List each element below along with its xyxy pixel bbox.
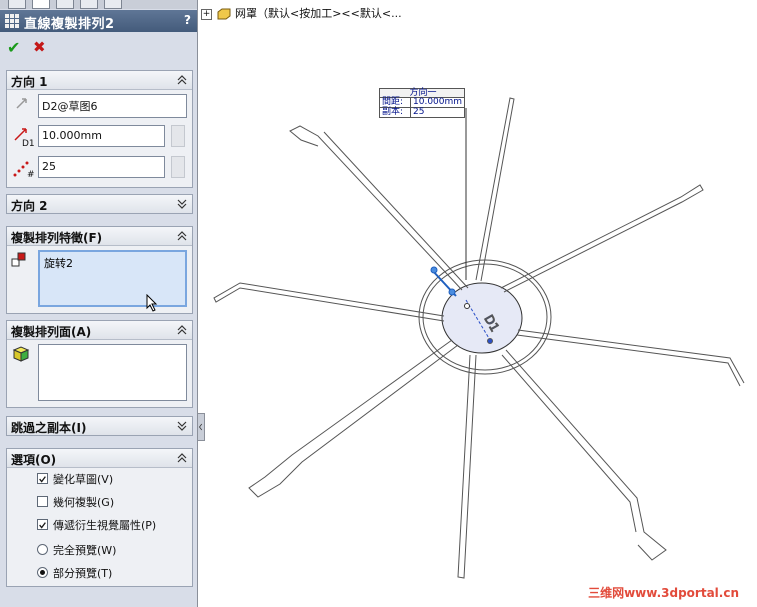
spoke-s xyxy=(457,354,477,579)
pm-title-bar: 直線複製排列2 ? xyxy=(0,10,197,32)
spacing-field[interactable]: 10.000mm xyxy=(38,125,165,147)
collapse-up-icon[interactable] xyxy=(177,324,187,336)
manager-tab-strip xyxy=(0,0,197,9)
feature-select-icon xyxy=(11,252,26,267)
graphics-viewport[interactable]: D1 xyxy=(205,0,757,607)
propagate-visual-checkbox[interactable] xyxy=(37,519,48,530)
callout-spacing-value[interactable]: 10.000mm xyxy=(410,98,463,107)
faces-header[interactable]: 複製排列面(A) xyxy=(7,321,192,340)
callout-spacing-label: 間距: xyxy=(382,97,404,107)
partial-preview-radio[interactable] xyxy=(37,567,48,578)
property-manager: 直線複製排列2 ? ✔ ✖ 方向 1 D2@草图6 D1 10.000mm # … xyxy=(0,0,198,607)
pm-title: 直線複製排列2 xyxy=(24,17,115,32)
collapse-left-icon xyxy=(199,423,203,431)
geometry-pattern-label: 幾何複製(G) xyxy=(53,496,115,509)
partial-preview-label: 部分預覽(T) xyxy=(53,567,113,580)
spacing-spinner[interactable] xyxy=(171,125,185,147)
linear-pattern-icon xyxy=(5,14,19,28)
options-header[interactable]: 選項(O) xyxy=(7,449,192,468)
display-tab[interactable] xyxy=(104,0,122,9)
ok-button[interactable]: ✔ xyxy=(7,38,20,57)
direction2-header[interactable]: 方向 2 xyxy=(7,195,192,213)
watermark: 三维网www.3dportal.cn xyxy=(588,586,739,600)
features-list-item[interactable]: 旋转2 xyxy=(44,255,73,271)
instances-field[interactable]: 25 xyxy=(38,156,165,178)
spoke-sw xyxy=(248,339,459,498)
dimxpert-tab[interactable] xyxy=(80,0,98,9)
features-list[interactable]: 旋转2 xyxy=(38,250,187,312)
skip-title: 跳過之副本(I) xyxy=(11,421,87,435)
direction1-title: 方向 1 xyxy=(11,75,48,89)
spoke-e xyxy=(516,329,745,387)
vary-sketch-label: 變化草圖(V) xyxy=(53,473,114,486)
spacing-icon: D1 xyxy=(14,128,35,148)
face-select-icon xyxy=(12,346,30,362)
direction1-header[interactable]: 方向 1 xyxy=(7,71,192,90)
options-title: 選項(O) xyxy=(11,453,57,467)
instances-spinner[interactable] xyxy=(171,156,185,178)
propagate-visual-label: 傳遞衍生視覺屬性(P) xyxy=(53,519,157,532)
feature-tree-tab[interactable] xyxy=(8,0,26,9)
faces-title: 複製排列面(A) xyxy=(11,325,92,339)
full-preview-radio[interactable] xyxy=(37,544,48,555)
instances-to-skip-section: 跳過之副本(I) xyxy=(6,416,193,436)
instances-count-icon: # xyxy=(13,161,35,179)
direction1-section: 方向 1 D2@草图6 D1 10.000mm # 25 xyxy=(6,70,193,188)
spoke-n xyxy=(475,97,515,282)
svg-text:#: # xyxy=(27,170,35,179)
vary-sketch-checkbox[interactable] xyxy=(37,473,48,484)
pattern-callout[interactable]: 方向一 間距: 10.000mm 副本: 25 xyxy=(379,88,465,118)
spoke-w xyxy=(213,282,445,322)
spoke-se xyxy=(501,349,667,561)
faces-list[interactable] xyxy=(38,344,187,401)
configuration-tab[interactable] xyxy=(56,0,74,9)
direction2-title: 方向 2 xyxy=(11,199,48,213)
faces-to-pattern-section: 複製排列面(A) xyxy=(6,320,193,408)
skip-header[interactable]: 跳過之副本(I) xyxy=(7,417,192,435)
mouse-cursor-icon xyxy=(146,294,158,312)
direction2-section: 方向 2 xyxy=(6,194,193,214)
property-manager-tab[interactable] xyxy=(32,0,50,9)
full-preview-label: 完全預覽(W) xyxy=(53,544,117,557)
direction1-edge-field[interactable]: D2@草图6 xyxy=(38,94,187,118)
callout-count-row[interactable]: 副本: 25 xyxy=(379,108,465,118)
callout-count-value[interactable]: 25 xyxy=(410,108,463,117)
cancel-button[interactable]: ✖ xyxy=(33,38,46,56)
collapse-up-icon[interactable] xyxy=(177,452,187,464)
features-to-pattern-section: 複製排列特徵(F) 旋转2 xyxy=(6,226,193,314)
spoke-nw xyxy=(289,125,469,291)
help-button[interactable]: ? xyxy=(184,13,191,27)
collapse-up-icon[interactable] xyxy=(177,74,187,86)
features-header[interactable]: 複製排列特徵(F) xyxy=(7,227,192,246)
callout-count-label: 副本: xyxy=(382,107,404,117)
panel-splitter[interactable] xyxy=(197,413,205,441)
collapse-up-icon[interactable] xyxy=(177,230,187,242)
expand-down-icon[interactable] xyxy=(177,420,187,432)
options-section: 選項(O) 變化草圖(V) 幾何複製(G) 傳遞衍生視覺屬性(P) 完全預覽(W… xyxy=(6,448,193,587)
reverse-direction-icon[interactable] xyxy=(14,96,30,112)
geometry-pattern-checkbox[interactable] xyxy=(37,496,48,507)
expand-down-icon[interactable] xyxy=(177,198,187,210)
ok-cancel-bar: ✔ ✖ xyxy=(0,36,197,62)
spacing-tag: D1 xyxy=(22,139,35,148)
features-title: 複製排列特徵(F) xyxy=(11,231,103,245)
